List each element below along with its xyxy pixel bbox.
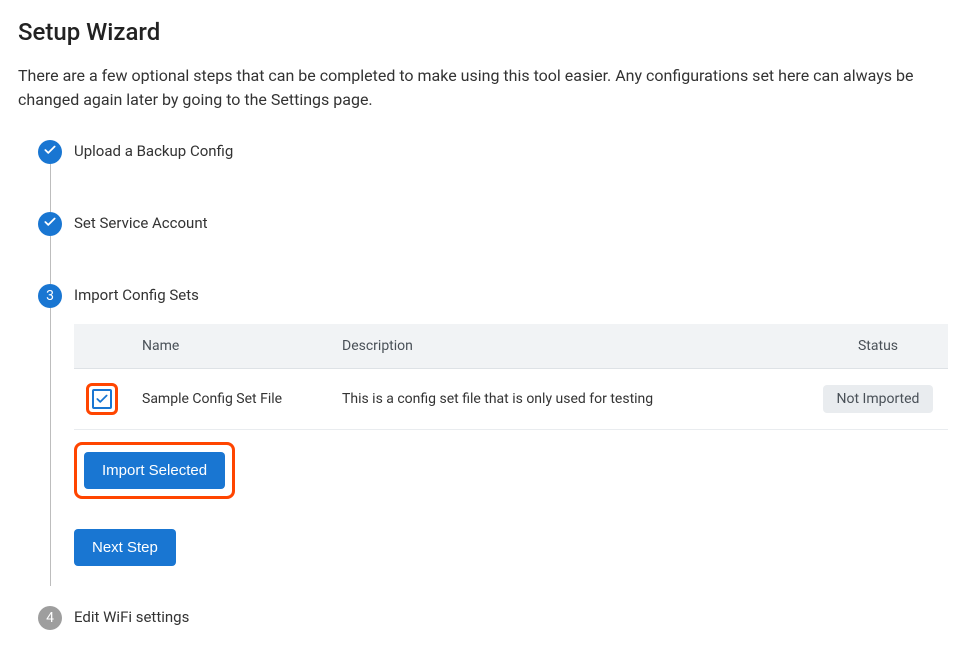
row-name: Sample Config Set File [130, 369, 330, 430]
status-badge: Not Imported [823, 385, 934, 413]
table-row: Sample Config Set File This is a config … [74, 369, 948, 430]
step-2-indicator [38, 212, 62, 236]
step-3-indicator: 3 [38, 284, 62, 308]
row-checkbox[interactable] [92, 389, 112, 409]
highlight-checkbox [86, 383, 118, 415]
highlight-import-button: Import Selected [74, 442, 235, 499]
checkmark-icon [43, 143, 57, 161]
config-sets-table: Name Description Status [74, 324, 948, 430]
table-header-name: Name [130, 324, 330, 369]
page-description: There are a few optional steps that can … [18, 64, 948, 112]
step-1-indicator [38, 140, 62, 164]
row-description: This is a config set file that is only u… [330, 369, 808, 430]
table-header-description: Description [330, 324, 808, 369]
wizard-steps: Upload a Backup Config Set Service Accou… [18, 140, 948, 630]
step-3-title[interactable]: Import Config Sets [74, 284, 948, 304]
page-title: Setup Wizard [18, 18, 948, 46]
step-4-indicator: 4 [38, 606, 62, 630]
step-1-title[interactable]: Upload a Backup Config [74, 140, 948, 160]
step-4-title[interactable]: Edit WiFi settings [74, 606, 948, 626]
import-selected-button[interactable]: Import Selected [84, 452, 225, 489]
checkmark-icon [43, 215, 57, 233]
next-step-button[interactable]: Next Step [74, 529, 176, 566]
step-2-title[interactable]: Set Service Account [74, 212, 948, 232]
table-header-status: Status [808, 324, 948, 369]
table-header-check [74, 324, 130, 369]
